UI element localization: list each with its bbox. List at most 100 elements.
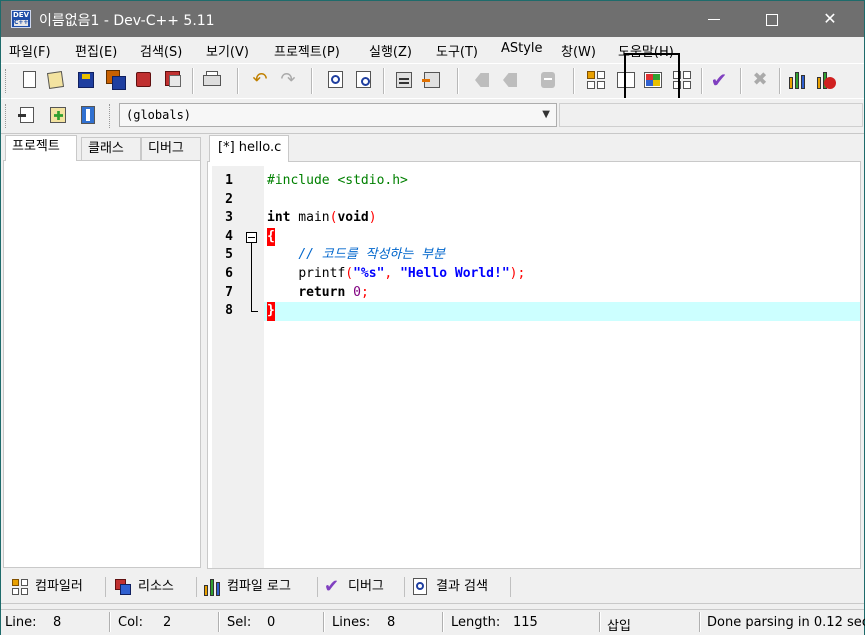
tab-debug[interactable]: 디버그	[141, 137, 201, 160]
chevron-down-icon[interactable]: ▼	[542, 104, 550, 126]
tab-compiler[interactable]: 컴파일러	[11, 575, 103, 599]
add-to-project-button[interactable]	[47, 104, 69, 126]
code-text-area[interactable]: #include <stdio.h> int main(void) { // 코…	[264, 166, 860, 568]
line-gutter[interactable]: 1 2 3 4 5 6 7 8	[212, 166, 264, 568]
menu-search[interactable]: 검색(S)	[140, 41, 182, 60]
menu-tools[interactable]: 도구(T)	[436, 41, 478, 60]
dev-cpp-app-icon[interactable]: DEV C++	[11, 10, 31, 28]
toolbar-separator	[311, 68, 313, 94]
save-button[interactable]	[75, 69, 97, 91]
tab-separator	[317, 577, 318, 597]
replace-button[interactable]	[353, 69, 375, 91]
status-line-label: Line:	[5, 615, 37, 630]
menu-astyle[interactable]: AStyle	[501, 41, 543, 56]
find-button[interactable]	[325, 69, 347, 91]
minimize-button[interactable]	[691, 1, 737, 37]
toolbar-grip[interactable]	[109, 104, 113, 128]
stop-icon: ✖	[752, 69, 768, 90]
tab-search-results[interactable]: 결과 검색	[412, 575, 508, 599]
save-all-button[interactable]	[105, 69, 127, 91]
app-icon-text-bottom: C++	[14, 19, 29, 26]
line-number: 2	[225, 191, 233, 207]
dev-cpp-window: DEV C++ 이름없음1 - Dev-C++ 5.11 ✕ 파일(F) 편집(…	[0, 0, 865, 635]
toolbar-separator	[779, 68, 781, 94]
title-bar[interactable]: DEV C++ 이름없음1 - Dev-C++ 5.11 ✕	[1, 1, 864, 37]
close-all-button[interactable]	[163, 69, 185, 91]
status-separator	[218, 612, 220, 632]
tab-resources[interactable]: 리소스	[114, 575, 194, 599]
close-file-icon	[136, 72, 151, 87]
menu-execute[interactable]: 실행(Z)	[369, 41, 412, 60]
goto-function-button[interactable]	[421, 69, 443, 91]
code-editor[interactable]: 1 2 3 4 5 6 7 8 #include <stdio.h> int m…	[207, 161, 861, 569]
syntax-check-button[interactable]: ✔	[708, 69, 730, 91]
tab-separator	[105, 577, 106, 597]
tab-search-results-label: 결과 검색	[436, 579, 488, 594]
tab-compile-log-label: 컴파일 로그	[227, 579, 291, 594]
save-icon	[78, 72, 94, 88]
code-line-3: int main(void)	[264, 209, 860, 228]
menu-window[interactable]: 창(W)	[561, 41, 596, 60]
stop-button[interactable]: ✖	[749, 69, 771, 91]
tab-classes[interactable]: 클래스	[81, 137, 141, 160]
tab-debug-output[interactable]: ✔ 디버그	[324, 575, 404, 599]
open-file-icon	[46, 71, 65, 89]
fold-collapse-icon[interactable]	[246, 231, 257, 243]
tab-compile-log[interactable]: 컴파일 로그	[203, 575, 315, 599]
status-sel-value: 0	[267, 615, 276, 630]
paren-close: )	[368, 210, 377, 226]
undo-button[interactable]: ↶	[249, 69, 271, 91]
fold-end-marker	[251, 310, 258, 312]
toolbar-separator	[573, 68, 575, 94]
app-icon-text-top: DEV	[12, 11, 29, 19]
menu-view[interactable]: 보기(V)	[206, 41, 249, 60]
menu-edit[interactable]: 편집(E)	[75, 41, 117, 60]
toggle-comment-button[interactable]	[537, 69, 559, 91]
profile-button[interactable]	[787, 69, 809, 91]
new-project-button[interactable]	[17, 104, 39, 126]
toolbar-grip[interactable]	[5, 69, 9, 93]
compile-button[interactable]	[585, 69, 607, 91]
tab-debug-output-label: 디버그	[348, 579, 384, 594]
maximize-button[interactable]	[749, 1, 795, 37]
bottom-panel-tabs: 컴파일러 리소스 컴파일 로그 ✔ 디버그 결과 검색	[1, 571, 864, 604]
goto-line-button[interactable]	[393, 69, 415, 91]
window-title: 이름없음1 - Dev-C++ 5.11	[39, 13, 215, 29]
maximize-icon	[766, 13, 778, 26]
close-file-button[interactable]	[133, 69, 155, 91]
print-button[interactable]	[201, 69, 223, 91]
secondary-toolbar: (globals) ▼	[1, 98, 864, 134]
status-bar: Line: 8 Col: 2 Sel: 0 Lines: 8 Length: 1…	[1, 609, 865, 635]
new-file-button[interactable]	[19, 69, 41, 91]
open-file-button[interactable]	[45, 69, 67, 91]
compile-log-chart-icon	[203, 578, 221, 596]
menu-project[interactable]: 프로젝트(P)	[274, 41, 340, 60]
fold-guide-line	[251, 242, 252, 311]
menu-file[interactable]: 파일(F)	[9, 41, 51, 60]
redo-button[interactable]: ↷	[277, 69, 299, 91]
print-icon	[203, 75, 221, 86]
delete-profile-icon	[817, 77, 821, 89]
tab-project[interactable]: 프로젝트	[5, 135, 77, 161]
tab-hello-c[interactable]: [*] hello.c	[209, 135, 289, 162]
line-number: 6	[225, 266, 233, 281]
remove-from-project-button[interactable]	[77, 104, 99, 126]
status-separator	[599, 612, 601, 632]
remove-from-project-icon	[81, 106, 95, 124]
keyword-int: int	[267, 210, 291, 226]
indent-button[interactable]	[471, 69, 493, 91]
debug-check-icon: ✔	[324, 576, 340, 597]
scope-combo[interactable]: (globals) ▼	[119, 103, 557, 127]
delete-profile-button[interactable]	[815, 69, 837, 91]
function-combo[interactable]	[559, 103, 863, 127]
project-browser-panel[interactable]	[3, 160, 201, 568]
close-button[interactable]: ✕	[807, 1, 853, 37]
new-file-icon	[23, 71, 36, 88]
toolbar-grip[interactable]	[5, 104, 9, 128]
function-name-main: main	[290, 210, 330, 226]
string-format: "%s"	[353, 266, 385, 281]
unindent-button[interactable]	[499, 69, 521, 91]
status-separator	[699, 612, 701, 632]
